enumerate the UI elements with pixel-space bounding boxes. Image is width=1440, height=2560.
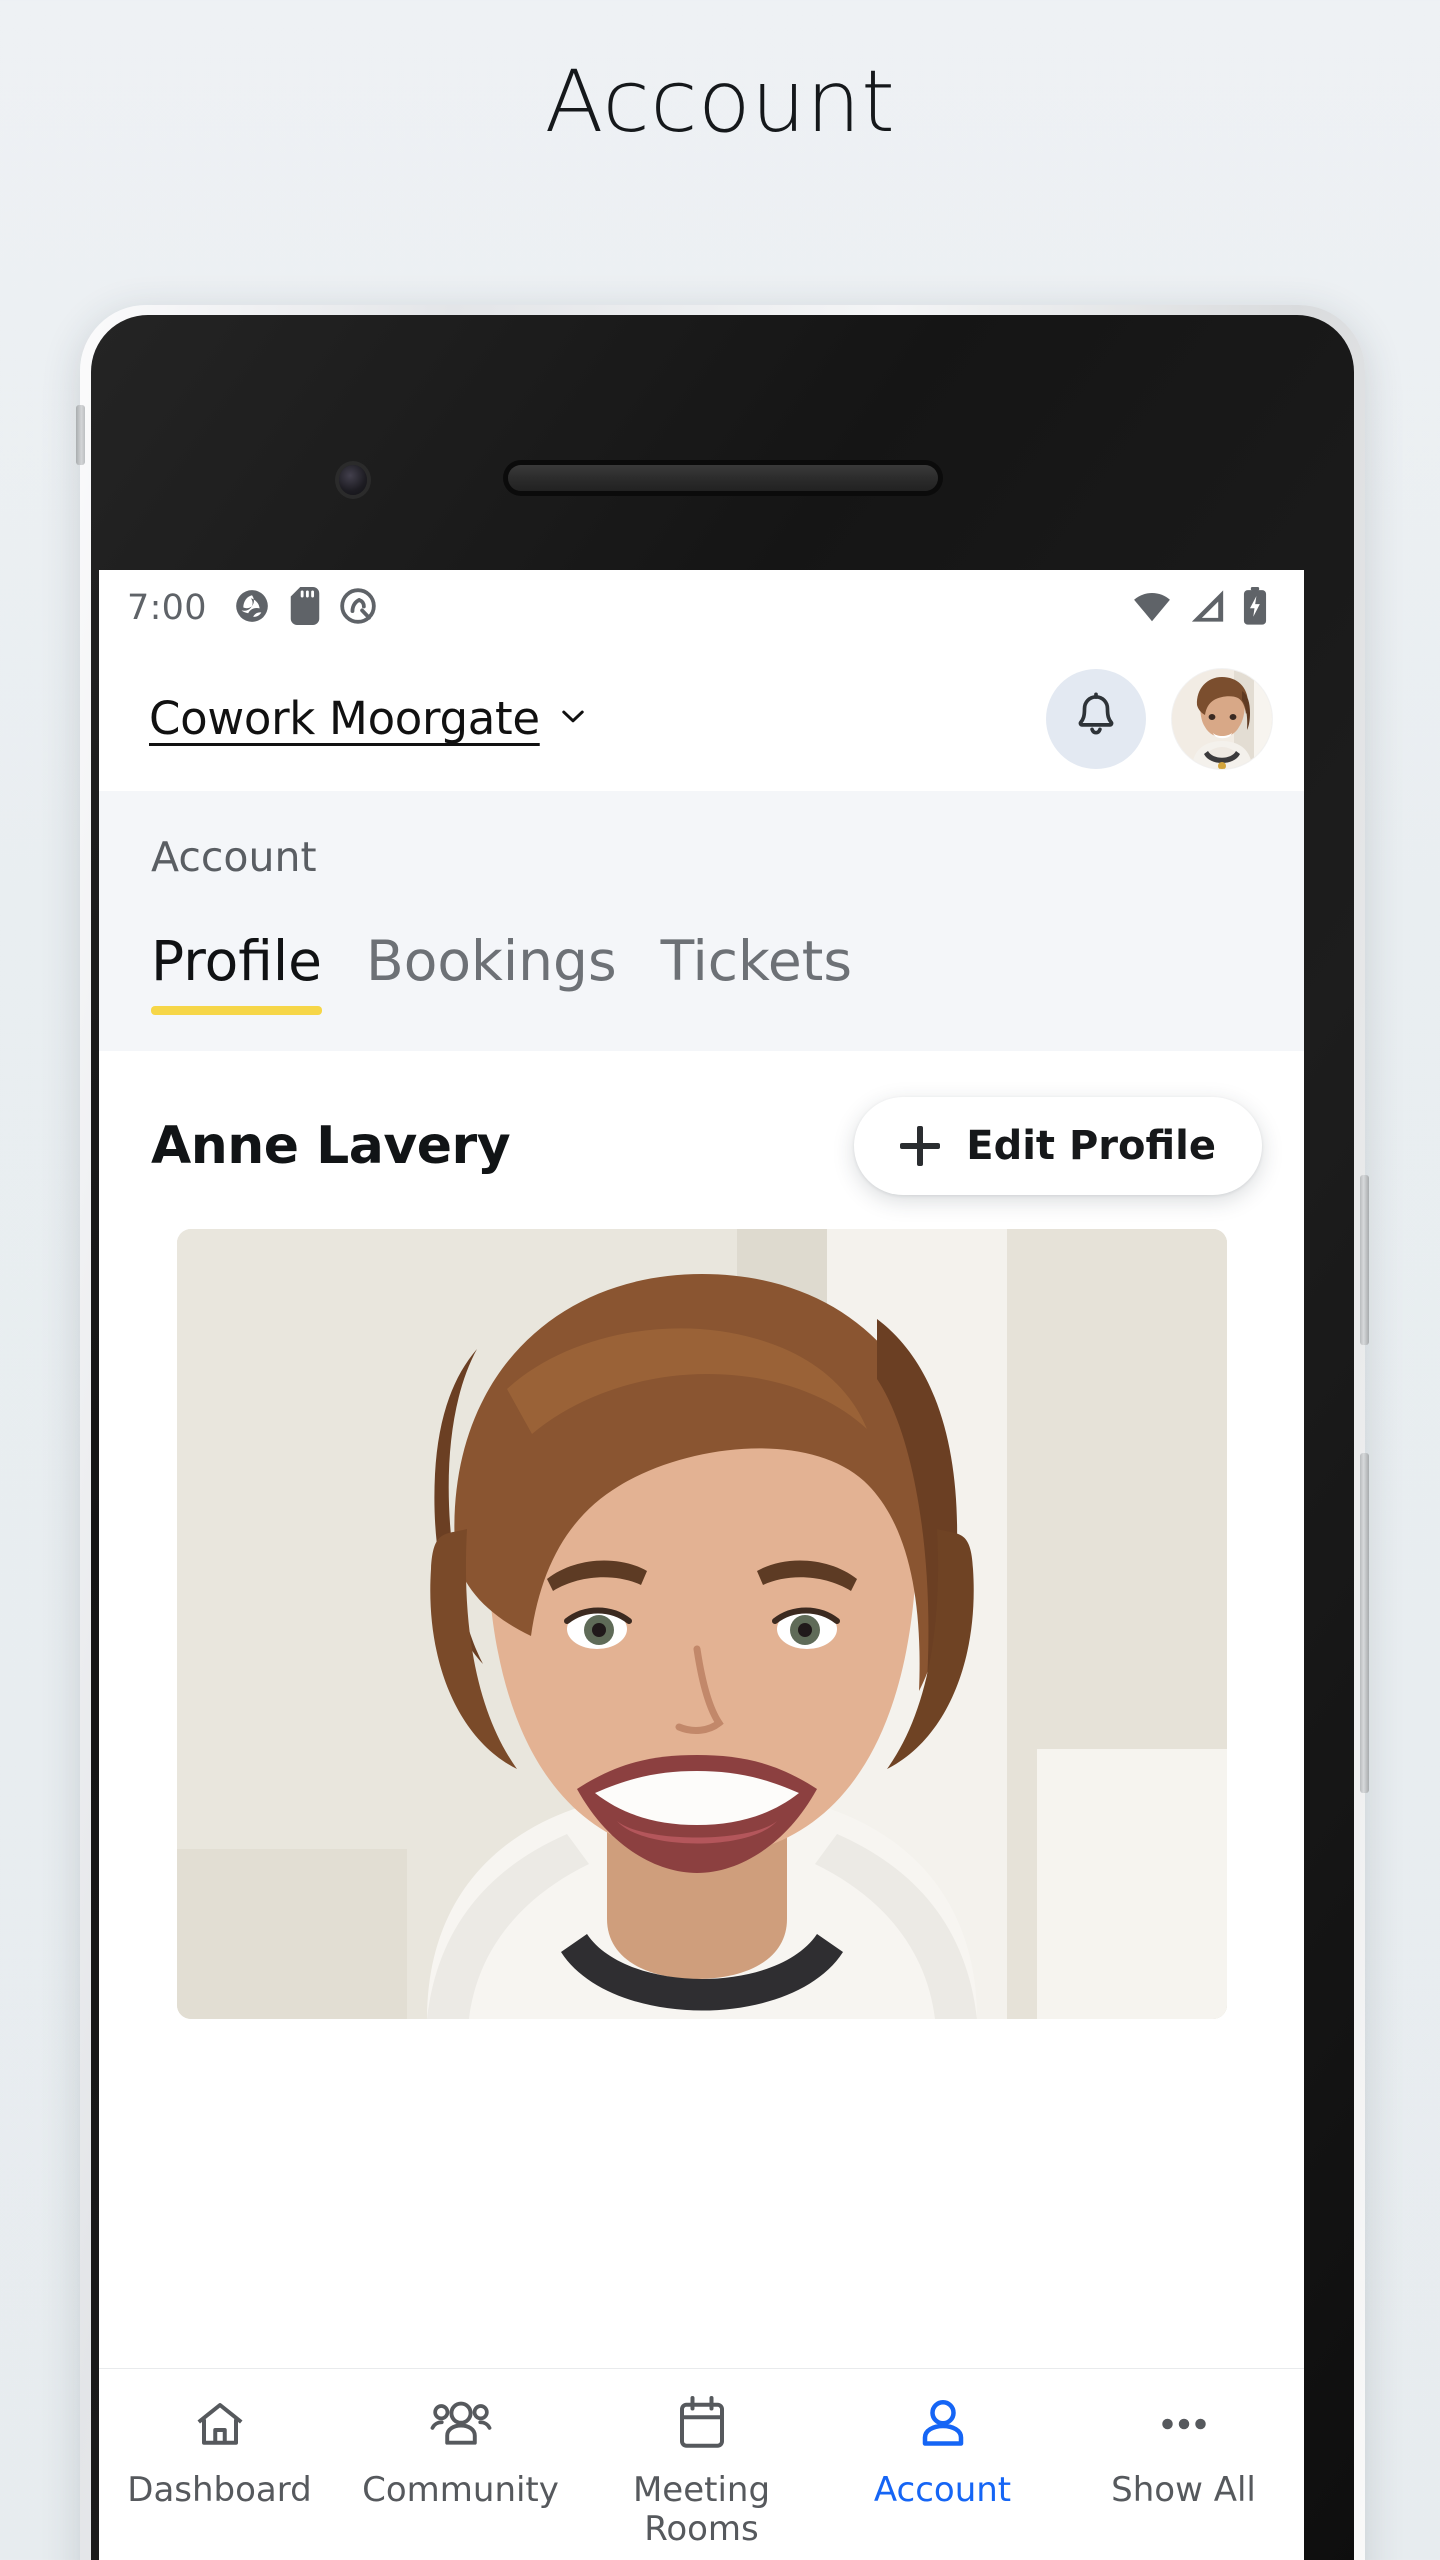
nav-label-community: Community bbox=[362, 2470, 559, 2510]
battery-charging-icon bbox=[1242, 586, 1268, 630]
profile-header-row: Anne Lavery Edit Profile bbox=[99, 1051, 1304, 1229]
nav-label-show-all: Show All bbox=[1111, 2470, 1256, 2510]
section-label: Account bbox=[151, 833, 317, 881]
tab-bar: Profile Bookings Tickets bbox=[99, 881, 1304, 1015]
profile-photo[interactable] bbox=[176, 1229, 1227, 2019]
nav-label-meeting-rooms: Meeting Rooms bbox=[632, 2470, 771, 2550]
phone-mockup: 7:00 Cowork Moorgate Account Profile Boo… bbox=[76, 305, 1369, 2560]
header-actions bbox=[1046, 668, 1272, 769]
nav-label-dashboard: Dashboard bbox=[127, 2470, 312, 2510]
tab-bookings[interactable]: Bookings bbox=[366, 929, 617, 1015]
status-left-icons bbox=[233, 586, 377, 630]
avatar-photo bbox=[1172, 668, 1272, 769]
edit-profile-button[interactable]: Edit Profile bbox=[854, 1097, 1262, 1195]
avatar[interactable] bbox=[1172, 668, 1272, 769]
app-header: Cowork Moorgate bbox=[99, 646, 1304, 791]
front-camera bbox=[339, 465, 367, 495]
aperture-icon bbox=[233, 587, 271, 630]
nav-item-community[interactable]: Community bbox=[340, 2393, 581, 2510]
person-icon bbox=[914, 2393, 972, 2455]
wifi-icon bbox=[1132, 590, 1172, 627]
nav-label-account: Account bbox=[873, 2470, 1012, 2510]
calendar-icon bbox=[673, 2393, 731, 2455]
phone-volume-button[interactable] bbox=[1360, 1175, 1369, 1345]
notifications-button[interactable] bbox=[1046, 668, 1146, 769]
phone-screen: 7:00 Cowork Moorgate Account Profile Boo… bbox=[99, 570, 1304, 2560]
profile-panel: Anne Lavery Edit Profile bbox=[99, 1051, 1304, 2019]
account-section: Account Profile Bookings Tickets bbox=[99, 791, 1304, 1015]
bell-icon bbox=[1070, 690, 1122, 747]
earpiece-speaker bbox=[507, 465, 938, 491]
tab-tickets[interactable]: Tickets bbox=[661, 929, 852, 1015]
page-title: Account bbox=[544, 52, 896, 152]
bottom-navigation: Dashboard Community Meeting Rooms Accoun… bbox=[99, 2368, 1304, 2560]
status-bar: 7:00 bbox=[99, 570, 1304, 646]
ellipsis-icon bbox=[1154, 2393, 1214, 2455]
nav-item-account[interactable]: Account bbox=[822, 2393, 1063, 2510]
profile-photo-image bbox=[176, 1229, 1227, 2019]
nav-item-dashboard[interactable]: Dashboard bbox=[99, 2393, 340, 2510]
status-right-icons bbox=[1132, 586, 1268, 630]
tab-profile[interactable]: Profile bbox=[151, 929, 323, 1015]
edit-profile-label: Edit Profile bbox=[966, 1123, 1216, 1169]
status-time: 7:00 bbox=[127, 588, 207, 628]
people-icon bbox=[429, 2393, 493, 2455]
cellular-signal-icon bbox=[1188, 589, 1226, 628]
chevron-down-icon bbox=[556, 699, 590, 738]
phone-left-button[interactable] bbox=[76, 405, 85, 465]
venue-name: Cowork Moorgate bbox=[149, 692, 540, 745]
nav-item-meeting-rooms[interactable]: Meeting Rooms bbox=[581, 2393, 822, 2549]
nav-item-show-all[interactable]: Show All bbox=[1063, 2393, 1304, 2510]
tabs-bottom-spacer bbox=[99, 1015, 1304, 1051]
home-icon bbox=[190, 2393, 250, 2455]
sd-card-icon bbox=[289, 586, 321, 630]
plus-icon bbox=[900, 1126, 941, 1166]
profile-name: Anne Lavery bbox=[151, 1116, 511, 1176]
circle-slash-icon bbox=[339, 587, 377, 630]
phone-power-button[interactable] bbox=[1360, 1453, 1369, 1793]
venue-selector[interactable]: Cowork Moorgate bbox=[149, 692, 590, 745]
